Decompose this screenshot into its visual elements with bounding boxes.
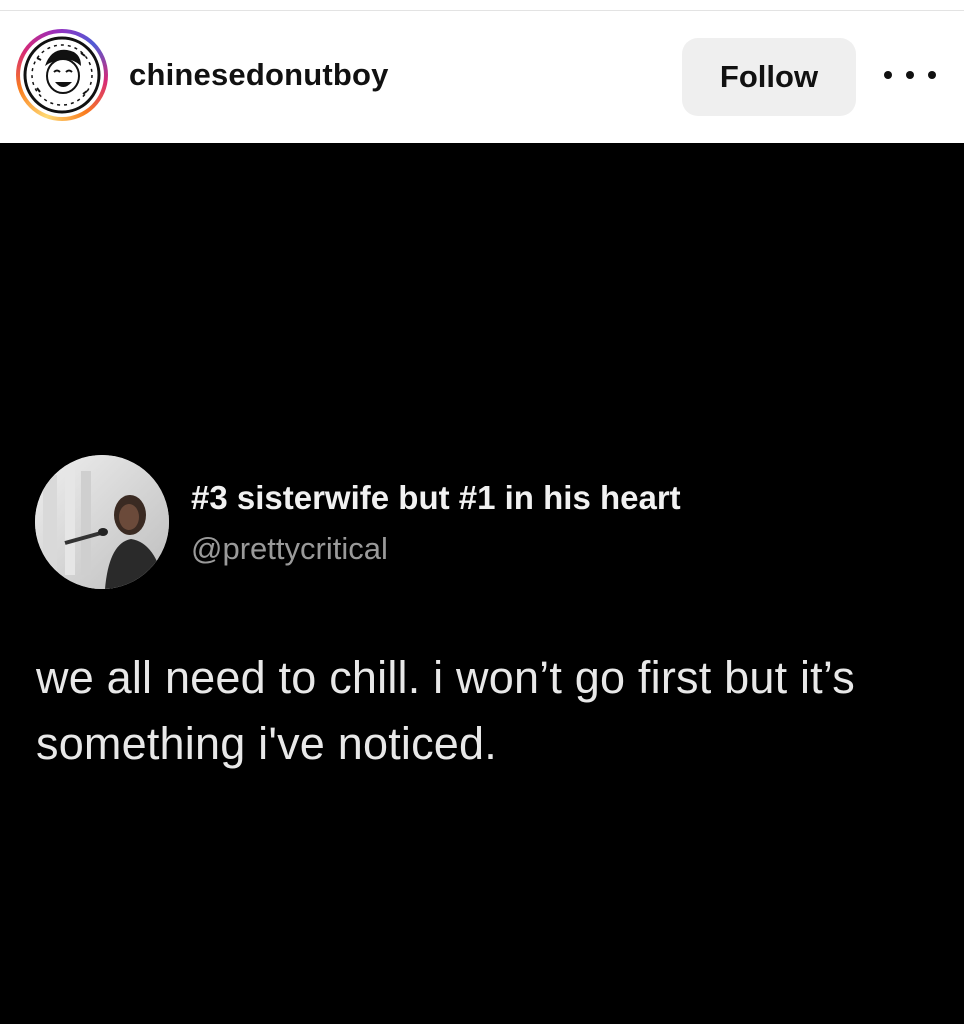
post-header: chinesedonutboy Follow — [0, 11, 964, 143]
tweet-avatar — [35, 455, 169, 589]
tweet-display-name: #3 sisterwife but #1 in his heart — [191, 479, 681, 516]
more-dot — [906, 71, 914, 79]
avatar-ring-gap — [20, 33, 104, 117]
more-dot — [928, 71, 936, 79]
donut-boy-logo — [23, 36, 101, 114]
more-dot — [884, 71, 892, 79]
follow-button[interactable]: Follow — [682, 38, 856, 116]
username[interactable]: chinesedonutboy — [129, 57, 389, 93]
post-image[interactable]: #3 sisterwife but #1 in his heart @prett… — [0, 143, 964, 1024]
profile-avatar[interactable] — [16, 29, 108, 121]
more-horizontal-icon[interactable] — [884, 63, 936, 87]
tweet-text: we all need to chill. i won’t go first b… — [36, 652, 855, 769]
tweet-handle: @prettycritical — [191, 531, 388, 566]
